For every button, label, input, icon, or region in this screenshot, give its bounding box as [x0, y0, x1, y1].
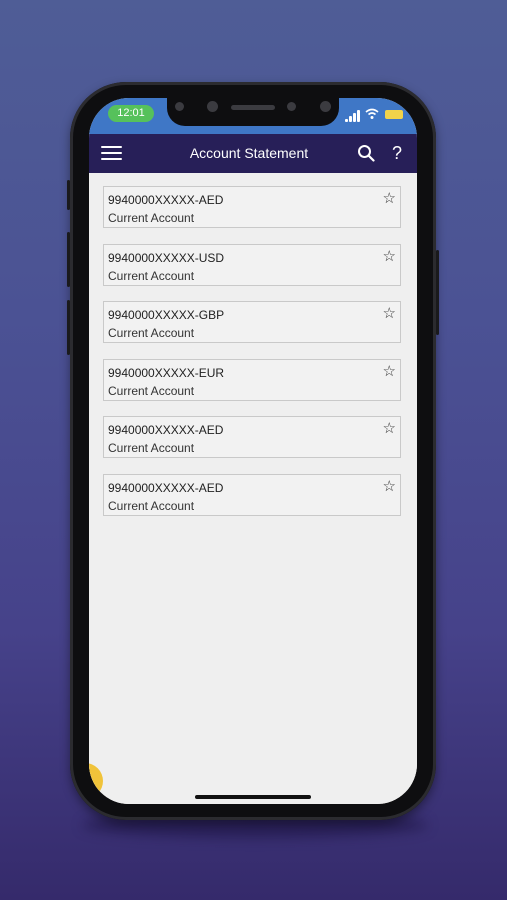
account-card[interactable]: 9940000XXXXX-USD Current Account ☆ — [103, 244, 401, 286]
hamburger-menu-icon[interactable] — [101, 146, 122, 161]
account-type: Current Account — [108, 384, 195, 398]
phone-screen: 12:01 Account Statement ? 9940000XXXXX-A… — [89, 98, 417, 804]
favorite-star-icon[interactable]: ☆ — [383, 189, 396, 207]
phone-power-button — [436, 250, 439, 335]
home-indicator[interactable] — [195, 795, 311, 799]
favorite-star-icon[interactable]: ☆ — [383, 304, 396, 322]
account-number: 9940000XXXXX-EUR — [108, 366, 225, 380]
account-card[interactable]: 9940000XXXXX-AED Current Account ☆ — [103, 416, 401, 458]
sensor-icon — [175, 102, 184, 111]
account-number: 9940000XXXXX-AED — [108, 481, 224, 495]
favorite-star-icon[interactable]: ☆ — [383, 362, 396, 380]
account-card[interactable]: 9940000XXXXX-GBP Current Account ☆ — [103, 301, 401, 343]
phone-side-button — [67, 180, 70, 210]
favorite-star-icon[interactable]: ☆ — [383, 247, 396, 265]
speaker-grille — [231, 105, 275, 110]
account-number: 9940000XXXXX-AED — [108, 193, 224, 207]
status-time: 12:01 — [108, 105, 154, 122]
account-card[interactable]: 9940000XXXXX-AED Current Account ☆ — [103, 474, 401, 516]
wifi-icon — [365, 108, 379, 119]
help-icon[interactable]: ? — [389, 142, 405, 164]
status-bar: 12:01 — [89, 98, 417, 134]
account-card[interactable]: 9940000XXXXX-AED Current Account ☆ — [103, 186, 401, 228]
favorite-star-icon[interactable]: ☆ — [383, 419, 396, 437]
page-title: Account Statement — [189, 145, 309, 161]
battery-icon — [385, 110, 403, 119]
account-number: 9940000XXXXX-AED — [108, 423, 224, 437]
account-type: Current Account — [108, 499, 195, 513]
account-card[interactable]: 9940000XXXXX-EUR Current Account ☆ — [103, 359, 401, 401]
account-type: Current Account — [108, 441, 195, 455]
account-type: Current Account — [108, 269, 195, 283]
search-icon[interactable] — [357, 144, 375, 162]
phone-volume-up-button — [67, 232, 70, 287]
camera-icon — [207, 101, 218, 112]
account-type: Current Account — [108, 211, 195, 225]
front-camera-icon — [320, 101, 331, 112]
sensor-icon — [287, 102, 296, 111]
phone-notch — [167, 98, 339, 126]
account-number: 9940000XXXXX-GBP — [108, 308, 225, 322]
phone-volume-down-button — [67, 300, 70, 355]
account-list: 9940000XXXXX-AED Current Account ☆ 99400… — [89, 173, 417, 804]
cellular-signal-icon — [345, 110, 361, 122]
account-number: 9940000XXXXX-USD — [108, 251, 225, 265]
account-type: Current Account — [108, 326, 195, 340]
favorite-star-icon[interactable]: ☆ — [383, 477, 396, 495]
app-bar: Account Statement ? — [89, 134, 417, 173]
